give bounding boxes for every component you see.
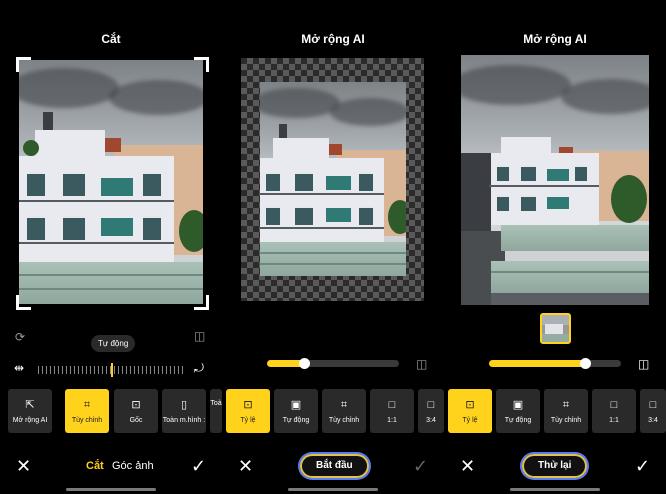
compare-icon[interactable]: ◫ bbox=[638, 358, 649, 370]
tool-custom[interactable]: ⌗ Tùy chỉnh bbox=[544, 389, 588, 433]
compare-icon[interactable]: ◫ bbox=[194, 330, 205, 342]
crop-corner[interactable] bbox=[194, 57, 209, 72]
expand-slider-fill bbox=[489, 360, 586, 367]
ai-expand-icon: ⇱ bbox=[25, 399, 35, 411]
tool-custom[interactable]: ⌗ Tùy chỉnh bbox=[65, 389, 109, 433]
custom-crop-icon: ⌗ bbox=[562, 399, 570, 411]
tool-ratio[interactable]: ⊡ Tỷ lệ bbox=[226, 389, 270, 433]
tool-ratio-3-4[interactable]: □ 3:4 bbox=[418, 389, 444, 433]
tool-original[interactable]: ⊡ Gốc bbox=[114, 389, 158, 433]
ratio-icon: ⊡ bbox=[465, 399, 475, 411]
square-icon: □ bbox=[427, 399, 435, 411]
expand-slider-knob[interactable] bbox=[298, 358, 310, 369]
result-thumbnail[interactable] bbox=[540, 313, 571, 344]
check-icon[interactable]: ✓ bbox=[635, 456, 650, 477]
crop-panel: Cắt ⟳ ◫ Tự động ⇹ ⤾ ⇱ Mở rộng AI ⌗ Tùy c… bbox=[0, 0, 222, 494]
expand-slider[interactable] bbox=[267, 358, 399, 369]
close-icon[interactable]: ✕ bbox=[238, 456, 253, 477]
tool-auto[interactable]: ▣ Tự động bbox=[274, 389, 318, 433]
close-icon[interactable]: ✕ bbox=[16, 456, 31, 477]
tool-auto[interactable]: ▣ Tự động bbox=[496, 389, 540, 433]
ai-expand-result-panel: Mở rộng AI ◫ ⊡ Tỷ lệ ▣ Tự động ⌗ Tùy chỉ… bbox=[444, 0, 666, 494]
straighten-ruler[interactable] bbox=[38, 363, 184, 377]
auto-icon: ▣ bbox=[512, 399, 524, 411]
auto-icon: ▣ bbox=[290, 399, 302, 411]
original-ratio-icon: ⊡ bbox=[131, 399, 141, 411]
retry-button[interactable]: Thử lại bbox=[522, 454, 588, 478]
rotate-icon[interactable]: ⟳ bbox=[15, 331, 25, 343]
ratio-icon: ⊡ bbox=[243, 399, 253, 411]
photo-preview bbox=[19, 60, 203, 304]
square-icon: □ bbox=[649, 399, 657, 411]
tool-ratio-3-4[interactable]: □ 3:4 bbox=[640, 389, 666, 433]
aspect-rotate-icon[interactable]: ⤾ bbox=[194, 362, 204, 374]
tool-ratio-1-1[interactable]: □ 1:1 bbox=[592, 389, 636, 433]
photo-preview bbox=[260, 82, 406, 276]
expand-slider[interactable] bbox=[489, 358, 621, 369]
ai-expand-panel: Mở rộng AI ◫ ⊡ Tỷ lệ ▣ Tự động ⌗ Tùy chỉ… bbox=[222, 0, 444, 494]
fullscreen-ratio-icon: ▯ bbox=[180, 399, 188, 411]
auto-tooltip: Tự động bbox=[91, 335, 136, 352]
home-indicator bbox=[66, 488, 156, 491]
square-icon: □ bbox=[610, 399, 618, 411]
crop-corner[interactable] bbox=[16, 295, 31, 310]
check-icon[interactable]: ✓ bbox=[191, 456, 206, 477]
close-icon[interactable]: ✕ bbox=[460, 456, 475, 477]
expanded-photo-preview bbox=[461, 55, 649, 305]
check-icon[interactable]: ✓ bbox=[413, 456, 428, 477]
start-button[interactable]: Bắt đầu bbox=[300, 454, 369, 478]
tool-custom[interactable]: ⌗ Tùy chỉnh bbox=[322, 389, 366, 433]
compare-icon[interactable]: ◫ bbox=[416, 358, 427, 370]
tool-ratio-1-1[interactable]: □ 1:1 bbox=[370, 389, 414, 433]
home-indicator bbox=[288, 488, 378, 491]
tool-fullscreen[interactable]: ▯ Toàn m.hình : bbox=[162, 389, 206, 433]
panel-title: Mở rộng AI bbox=[301, 32, 365, 46]
square-icon: □ bbox=[388, 399, 396, 411]
tab-angle[interactable]: Góc ảnh bbox=[112, 460, 154, 472]
flip-icon[interactable]: ⇹ bbox=[14, 362, 24, 374]
panel-title: Mở rộng AI bbox=[523, 32, 587, 46]
tab-crop[interactable]: Cắt bbox=[86, 460, 104, 472]
tool-ai-expand[interactable]: ⇱ Mở rộng AI bbox=[8, 389, 52, 433]
crop-corner[interactable] bbox=[194, 295, 209, 310]
crop-corner[interactable] bbox=[16, 57, 31, 72]
panel-title: Cắt bbox=[101, 32, 121, 46]
home-indicator bbox=[510, 488, 600, 491]
expand-slider-knob[interactable] bbox=[580, 358, 592, 369]
custom-crop-icon: ⌗ bbox=[340, 399, 348, 411]
custom-crop-icon: ⌗ bbox=[83, 399, 91, 411]
tool-ratio[interactable]: ⊡ Tỷ lệ bbox=[448, 389, 492, 433]
tool-more[interactable]: Toà bbox=[210, 389, 222, 433]
